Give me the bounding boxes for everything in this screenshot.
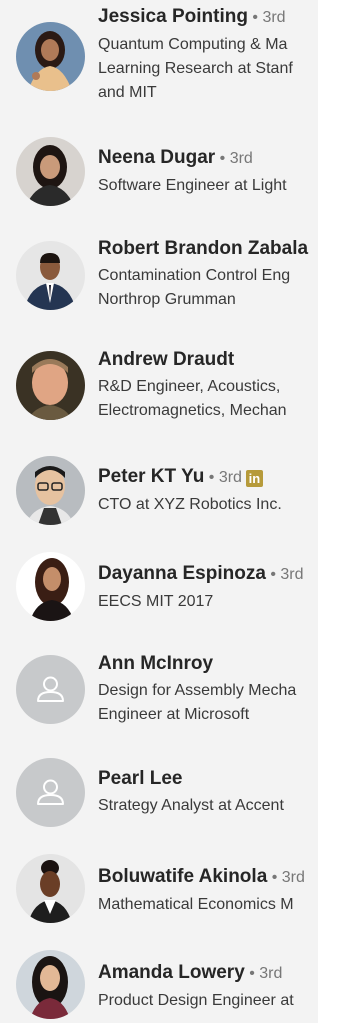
person-name[interactable]: Peter KT Yu [98, 466, 204, 487]
person-headline: Contamination Control Eng Northrop Grumm… [98, 267, 291, 308]
person-card-jessica-pointing[interactable]: Jessica Pointing • 3rd Quantum Computing… [0, 4, 318, 104]
name-line: Neena Dugar • 3rd [98, 146, 318, 171]
person-info: Peter KT Yu • 3rd in CTO at XYZ Robotics … [98, 465, 318, 517]
premium-badge-icon: in [245, 470, 263, 487]
person-info: Jessica Pointing • 3rd Quantum Computing… [98, 5, 318, 105]
person-headline: Design for Assembly Mecha Engineer at Mi… [98, 682, 297, 723]
avatar[interactable] [16, 758, 85, 827]
profile-photo [16, 241, 85, 310]
person-name[interactable]: Pearl Lee [98, 768, 183, 789]
profile-photo [16, 854, 85, 923]
name-line: Ann McInroy [98, 652, 318, 676]
person-placeholder-icon [37, 676, 64, 702]
name-line: Amanda Lowery • 3rd [98, 961, 318, 986]
profile-photo [16, 137, 85, 206]
name-line: Dayanna Espinoza • 3rd [98, 562, 318, 587]
person-name[interactable]: Boluwatife Akinola [98, 866, 267, 887]
avatar[interactable] [16, 655, 85, 724]
person-info: Andrew Draudt R&D Engineer, Acoustics, E… [98, 348, 318, 423]
person-headline: Strategy Analyst at Accent [98, 797, 284, 814]
avatar[interactable] [16, 552, 85, 621]
person-headline: Quantum Computing & Ma Learning Research… [98, 36, 293, 101]
person-info: Robert Brandon Zabala Contamination Cont… [98, 237, 318, 312]
connection-degree: • 3rd [267, 869, 305, 886]
person-card-pearl-lee[interactable]: Pearl Lee Strategy Analyst at Accent [0, 752, 318, 852]
profile-photo [16, 351, 85, 420]
profile-photo [16, 552, 85, 621]
person-name[interactable]: Amanda Lowery [98, 962, 245, 983]
person-card-dayanna-espinoza[interactable]: Dayanna Espinoza • 3rd EECS MIT 2017 [0, 548, 318, 648]
connection-degree: • 3rd [215, 150, 253, 167]
person-card-robert-brandon-zabala[interactable]: Robert Brandon Zabala Contamination Cont… [0, 224, 318, 324]
person-headline: Software Engineer at Light [98, 177, 287, 194]
person-info: Ann McInroy Design for Assembly Mecha En… [98, 652, 318, 727]
person-placeholder-icon [37, 779, 64, 805]
avatar[interactable] [16, 241, 85, 310]
name-line: Peter KT Yu • 3rd in [98, 465, 318, 490]
person-info: Boluwatife Akinola • 3rd Mathematical Ec… [98, 865, 318, 917]
avatar[interactable] [16, 456, 85, 525]
person-headline: CTO at XYZ Robotics Inc. [98, 496, 282, 513]
person-card-amanda-lowery[interactable]: Amanda Lowery • 3rd Product Design Engin… [0, 946, 318, 1023]
profile-photo [16, 22, 85, 91]
person-card-peter-kt-yu[interactable]: Peter KT Yu • 3rd in CTO at XYZ Robotics … [0, 443, 318, 543]
person-name[interactable]: Robert Brandon Zabala [98, 238, 308, 259]
avatar[interactable] [16, 854, 85, 923]
connection-degree: • 3rd [204, 469, 242, 486]
person-name[interactable]: Andrew Draudt [98, 349, 234, 370]
connection-degree: • 3rd [247, 9, 286, 26]
name-line: Andrew Draudt [98, 348, 318, 372]
name-line: Pearl Lee [98, 767, 318, 791]
profile-photo [16, 456, 85, 525]
person-headline: EECS MIT 2017 [98, 593, 214, 610]
person-name[interactable]: Dayanna Espinoza [98, 563, 266, 584]
person-headline: R&D Engineer, Acoustics, Electromagnetic… [98, 378, 287, 419]
person-card-boluwatife-akinola[interactable]: Boluwatife Akinola • 3rd Mathematical Ec… [0, 850, 318, 950]
person-name[interactable]: Jessica Pointing [98, 6, 248, 27]
person-card-andrew-draudt[interactable]: Andrew Draudt R&D Engineer, Acoustics, E… [0, 336, 318, 436]
avatar[interactable] [16, 137, 85, 206]
content-area-edge [318, 0, 341, 1023]
person-headline: Mathematical Economics M [98, 896, 294, 913]
connection-degree: • 3rd [265, 566, 304, 583]
connection-degree: • 3rd [244, 965, 283, 982]
avatar[interactable] [16, 351, 85, 420]
people-list: Jessica Pointing • 3rd Quantum Computing… [0, 0, 318, 1023]
person-info: Amanda Lowery • 3rd Product Design Engin… [98, 961, 318, 1013]
person-name[interactable]: Neena Dugar [98, 147, 215, 168]
person-info: Pearl Lee Strategy Analyst at Accent [98, 767, 318, 818]
name-line: Boluwatife Akinola • 3rd [98, 865, 318, 890]
profile-photo [16, 950, 85, 1019]
avatar[interactable] [16, 22, 85, 91]
name-line: Robert Brandon Zabala [98, 237, 318, 261]
person-info: Neena Dugar • 3rd Software Engineer at L… [98, 146, 318, 198]
person-info: Dayanna Espinoza • 3rd EECS MIT 2017 [98, 562, 318, 614]
person-card-ann-mcinroy[interactable]: Ann McInroy Design for Assembly Mecha En… [0, 640, 318, 740]
person-name[interactable]: Ann McInroy [98, 653, 213, 674]
person-headline: Product Design Engineer at [98, 992, 294, 1009]
avatar[interactable] [16, 950, 85, 1019]
name-line: Jessica Pointing • 3rd [98, 5, 318, 30]
person-card-neena-dugar[interactable]: Neena Dugar • 3rd Software Engineer at L… [0, 120, 318, 220]
